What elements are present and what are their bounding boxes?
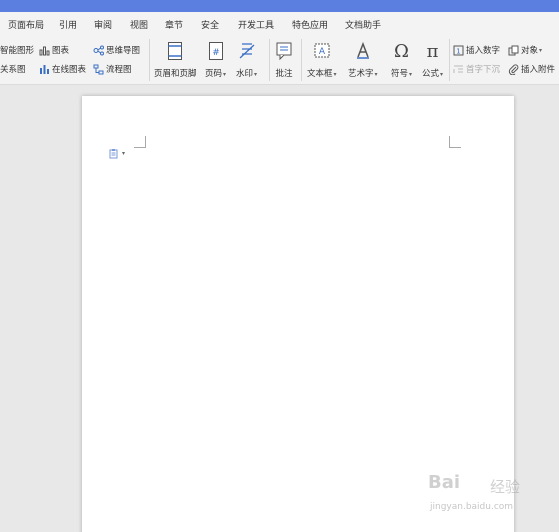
mind-map-button[interactable]: 思维导图 — [93, 43, 140, 57]
mind-map-icon — [93, 45, 104, 55]
tab-developer-tools[interactable]: 开发工具 — [238, 18, 274, 31]
chevron-down-icon: ▾ — [374, 71, 378, 78]
page-number-button[interactable]: # 页码▾ — [205, 40, 226, 82]
menu-bar: 页面布局 引用 审阅 视图 章节 安全 开发工具 特色应用 文档助手 — [0, 12, 559, 35]
tab-references[interactable]: 引用 — [59, 18, 77, 31]
chart-label: 图表 — [52, 46, 70, 56]
pi-icon: π — [426, 40, 439, 62]
ribbon-toolbar: 智能图形 关系图 图表 在线图表 思维导图 流程图 页眉和页脚 # 页码▾ 水印… — [0, 35, 559, 85]
drop-cap-icon — [453, 65, 463, 73]
first-letter-sink-label: 首字下沉 — [466, 65, 501, 75]
watermark-label: 水印 — [236, 69, 254, 79]
watermark-logo: Bai — [428, 472, 461, 493]
ribbon-separator — [149, 39, 150, 81]
formula-label: 公式 — [422, 69, 440, 79]
word-art-button[interactable]: 艺术字▾ — [348, 40, 378, 82]
paste-options-button[interactable]: ▾ — [109, 148, 125, 159]
omega-icon: Ω — [394, 40, 409, 62]
smart-shape-label: 智能图形 — [0, 46, 35, 56]
chevron-down-icon: ▾ — [539, 46, 543, 54]
paste-options-icon — [109, 149, 118, 159]
online-chart-icon — [40, 64, 49, 74]
header-footer-icon — [168, 42, 183, 60]
page-number-label: 页码 — [205, 69, 223, 79]
tab-page-layout[interactable]: 页面布局 — [8, 18, 44, 31]
chart-button[interactable]: 图表 — [39, 43, 69, 57]
svg-text:1: 1 — [456, 47, 460, 55]
insert-attachment-button[interactable]: 插入附件 — [508, 62, 555, 76]
watermark-url: jingyan.baidu.com — [430, 502, 514, 512]
header-footer-label: 页眉和页脚 — [154, 69, 197, 79]
chevron-down-icon: ▾ — [254, 71, 258, 78]
watermark-icon — [239, 43, 254, 59]
comment-label: 批注 — [275, 69, 293, 79]
svg-text:A: A — [319, 47, 326, 57]
online-chart-label: 在线图表 — [52, 65, 87, 75]
chevron-down-icon: ▾ — [409, 71, 413, 78]
chevron-down-icon: ▾ — [223, 71, 227, 78]
margin-corner-top-left — [134, 136, 146, 148]
window-title-bar — [0, 0, 559, 12]
mind-map-label: 思维导图 — [106, 46, 141, 56]
paperclip-icon — [508, 63, 519, 75]
flowchart-button[interactable]: 流程图 — [93, 62, 132, 76]
document-page[interactable]: ▾ — [82, 96, 514, 532]
comment-button[interactable]: 批注 — [275, 40, 293, 82]
chevron-down-icon: ▾ — [440, 71, 444, 78]
relation-chart-label: 关系图 — [0, 65, 26, 75]
first-letter-sink-button[interactable]: 首字下沉 — [453, 62, 500, 76]
tab-review[interactable]: 审阅 — [94, 18, 112, 31]
word-art-label: 艺术字 — [348, 69, 374, 79]
text-box-label: 文本框 — [307, 69, 333, 79]
insert-number-button[interactable]: 1 插入数字 — [453, 43, 500, 57]
tab-doc-assistant[interactable]: 文档助手 — [345, 18, 381, 31]
formula-button[interactable]: π 公式▾ — [422, 40, 443, 82]
insert-number-label: 插入数字 — [466, 46, 501, 56]
object-label: 对象 — [521, 46, 539, 56]
smart-shape-button[interactable]: 智能图形 — [0, 43, 34, 57]
watermark-button[interactable]: 水印▾ — [236, 40, 257, 82]
ribbon-separator — [269, 39, 270, 81]
word-art-icon — [356, 41, 369, 59]
page-number-icon: # — [208, 42, 223, 60]
tab-view[interactable]: 视图 — [130, 18, 148, 31]
insert-attachment-label: 插入附件 — [521, 65, 556, 75]
tab-special-apps[interactable]: 特色应用 — [292, 18, 328, 31]
relation-chart-button[interactable]: 关系图 — [0, 62, 26, 76]
chevron-down-icon: ▾ — [122, 150, 126, 157]
text-box-button[interactable]: A 文本框▾ — [307, 40, 337, 82]
symbol-label: 符号 — [391, 69, 409, 79]
chevron-down-icon: ▾ — [333, 71, 337, 78]
comment-icon — [276, 42, 292, 61]
margin-corner-top-right — [449, 136, 461, 148]
document-workspace: ▾ — [0, 86, 559, 532]
tab-security[interactable]: 安全 — [201, 18, 219, 31]
tab-chapter[interactable]: 章节 — [165, 18, 183, 31]
object-icon — [508, 45, 519, 55]
online-chart-button[interactable]: 在线图表 — [39, 62, 86, 76]
baidu-jingyan-watermark: Bai 经验 jingyan.baidu.com — [428, 472, 528, 522]
object-button[interactable]: 对象 ▾ — [508, 43, 542, 57]
flowchart-label: 流程图 — [106, 65, 132, 75]
watermark-logo-cn: 经验 — [490, 478, 521, 496]
header-footer-button[interactable]: 页眉和页脚 — [154, 40, 197, 82]
text-box-icon: A — [314, 43, 330, 58]
ribbon-separator — [301, 39, 302, 81]
symbol-button[interactable]: Ω 符号▾ — [391, 40, 412, 82]
chart-icon — [39, 46, 50, 55]
flowchart-icon — [93, 64, 104, 74]
ribbon-separator — [449, 39, 450, 81]
insert-number-icon: 1 — [453, 45, 464, 55]
svg-text:#: # — [212, 48, 220, 58]
